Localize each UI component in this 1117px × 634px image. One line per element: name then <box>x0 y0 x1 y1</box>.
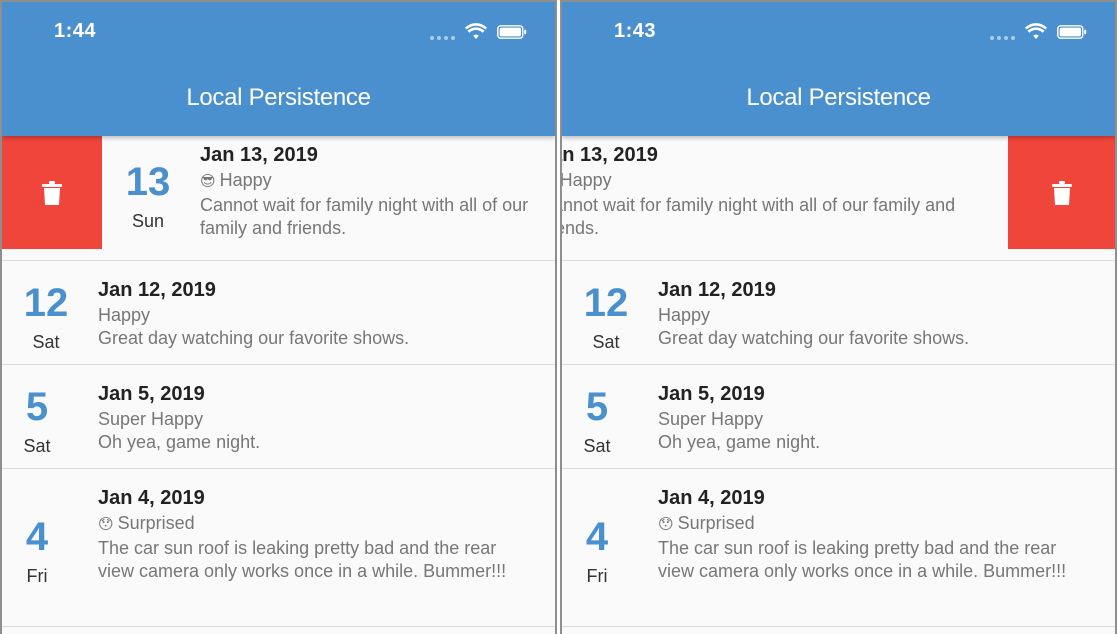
entry-date-column: 4 Fri <box>562 515 632 587</box>
phone-screen-right: 1:43 Local Persistence Jan 13, 2019 😎Hap… <box>560 0 1117 634</box>
battery-icon <box>1057 25 1087 39</box>
mood-emoji-icon: 😯 <box>98 516 114 533</box>
mood-label: Happy <box>98 305 151 325</box>
wifi-icon <box>465 23 487 39</box>
entry-date: Jan 4, 2019 <box>658 487 765 509</box>
entry-text-column: Jan 13, 2019 😎Happy Cannot wait for fami… <box>200 142 555 240</box>
entry-mood: 😎Happy <box>562 168 970 194</box>
entry-date: Jan 12, 2019 <box>98 279 216 301</box>
cellular-signal-icon <box>990 36 1015 40</box>
entry-note: Oh yea, game night. <box>98 432 261 452</box>
weekday: Sat <box>592 332 620 352</box>
journal-row[interactable]: 4 Fri Jan 4, 2019 😯 Surprised The car sun… <box>2 469 555 627</box>
entry-mood: 😯 Surprised <box>98 511 518 537</box>
entry-mood: 😎Happy <box>200 168 555 194</box>
journal-row[interactable]: 4 Fri Jan 4, 2019 😯 Surprised The car sun… <box>562 469 1115 627</box>
day-number: 5 <box>25 385 49 429</box>
app-bar: 1:44 Local Persistence <box>2 2 555 136</box>
entry-note: Great day watching our favorite shows. <box>658 328 970 348</box>
journal-row-swiped[interactable]: Jan 13, 2019 😎Happy Cannot wait for fami… <box>562 136 1115 261</box>
journal-row[interactable]: 5 Sat Jan 5, 2019 Super Happy Oh yea, ga… <box>2 365 555 469</box>
entry-note: Oh yea, game night. <box>658 432 821 452</box>
journal-list: 13 Sun Jan 13, 2019 😎 Happy Cannot wait f… <box>2 136 555 627</box>
app-bar: 1:43 Local Persistence <box>562 2 1115 136</box>
mood-label: Happy <box>562 170 612 190</box>
weekday: Fri <box>586 566 608 586</box>
mood-emoji-icon: 😯 <box>658 516 674 533</box>
weekday: Sat <box>23 436 51 456</box>
day-number: 13 <box>125 160 171 204</box>
entry-date-column: 12 Sat <box>11 281 81 353</box>
trash-icon <box>42 180 62 205</box>
cellular-signal-icon <box>430 36 455 40</box>
day-number: 5 <box>585 385 609 429</box>
trash-icon <box>1051 180 1072 205</box>
entry-date-column: 5 Sat <box>562 385 632 457</box>
entry-text-column: Jan 5, 2019 Super Happy Oh yea, game nig… <box>658 381 1098 454</box>
weekday: Sat <box>32 332 60 352</box>
status-time: 1:44 <box>54 20 97 42</box>
journal-list: Jan 13, 2019 😎Happy Cannot wait for fami… <box>562 136 1115 627</box>
status-time: 1:43 <box>614 20 657 42</box>
journal-row[interactable]: 5 Sat Jan 5, 2019 Super Happy Oh yea, ga… <box>562 365 1115 469</box>
entry-date: Jan 13, 2019 <box>562 144 658 166</box>
entry-date: Jan 12, 2019 <box>658 279 776 301</box>
entry-text-column: Jan 12, 2019 Happy Great day watching ou… <box>658 277 1098 350</box>
journal-row-swiped[interactable]: 13 Sun Jan 13, 2019 😎 Happy Cannot wait f… <box>2 136 555 261</box>
entry-text-column: Jan 13, 2019 😎Happy Cannot wait for fami… <box>562 142 970 240</box>
mood-label: Surprised <box>117 513 195 533</box>
entry-text-column: Jan 4, 2019 😯 Surprised The car sun roof … <box>658 485 1078 583</box>
mood-label: Surprised <box>677 513 755 533</box>
entry-text-column: Jan 5, 2019 Super Happy Oh yea, game nig… <box>98 381 538 454</box>
entry-date: Jan 4, 2019 <box>98 487 205 509</box>
mood-label: Happy <box>658 305 711 325</box>
mood-label: Happy <box>219 170 272 190</box>
entry-mood: 😯 Surprised <box>658 511 1078 537</box>
entry-date: Jan 5, 2019 <box>658 383 765 405</box>
page-title: Local Persistence <box>746 84 931 111</box>
mood-emoji-icon: 😎 <box>200 173 216 190</box>
delete-action-button[interactable] <box>2 136 102 249</box>
battery-icon <box>497 25 527 39</box>
entry-date: Jan 13, 2019 <box>200 144 318 166</box>
entry-date-column: 4 Fri <box>2 515 72 587</box>
journal-row[interactable]: 12 Sat Jan 12, 2019 Happy Great day watc… <box>2 261 555 365</box>
day-number: 12 <box>583 281 629 325</box>
mood-label: Super Happy <box>658 409 764 429</box>
weekday: Sun <box>131 211 165 231</box>
mood-label: Super Happy <box>98 409 204 429</box>
weekday: Fri <box>26 566 48 586</box>
phone-screen-left: 1:44 Local Persistence 13 Sun Jan 13, 20… <box>0 0 557 634</box>
entry-note: The car sun roof is leaking pretty bad a… <box>98 538 507 581</box>
entry-date-column: 5 Sat <box>2 385 72 457</box>
entry-date-column: 12 Sat <box>571 281 641 353</box>
entry-date-column: 13 Sun <box>113 160 183 232</box>
entry-note: The car sun roof is leaking pretty bad a… <box>658 538 1067 581</box>
journal-row[interactable]: 12 Sat Jan 12, 2019 Happy Great day watc… <box>562 261 1115 365</box>
day-number: 4 <box>25 515 49 559</box>
entry-text-column: Jan 4, 2019 😯 Surprised The car sun roof … <box>98 485 518 583</box>
entry-note: Cannot wait for family night with all of… <box>562 195 956 238</box>
entry-note: Great day watching our favorite shows. <box>98 328 410 348</box>
entry-date: Jan 5, 2019 <box>98 383 205 405</box>
wifi-icon <box>1025 23 1047 39</box>
delete-action-button[interactable] <box>1008 136 1115 249</box>
day-number: 12 <box>23 281 69 325</box>
page-title: Local Persistence <box>186 84 371 111</box>
entry-note: Cannot wait for family night with all of… <box>200 195 529 238</box>
day-number: 4 <box>585 515 609 559</box>
entry-text-column: Jan 12, 2019 Happy Great day watching ou… <box>98 277 538 350</box>
weekday: Sat <box>583 436 611 456</box>
